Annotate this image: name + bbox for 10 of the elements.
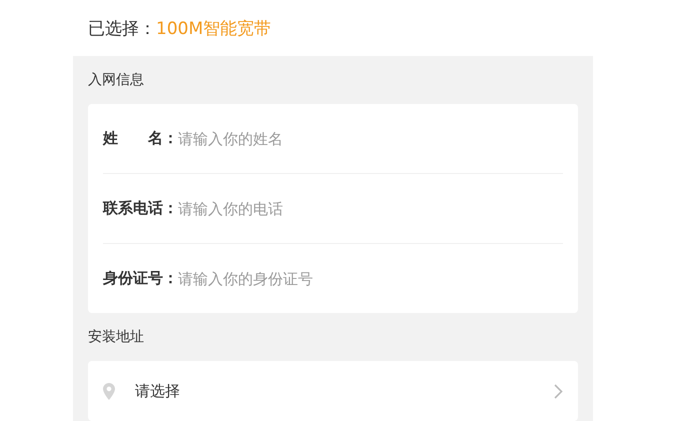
field-label: 姓 名： bbox=[103, 129, 178, 148]
selection-label: 已选择： bbox=[88, 18, 156, 40]
selected-plan: 100M智能宽带 bbox=[156, 18, 272, 40]
section-title: 安装地址 bbox=[88, 328, 145, 347]
field-label: 身份证号： bbox=[103, 269, 178, 288]
location-pin-icon bbox=[103, 382, 115, 400]
section-title: 入网信息 bbox=[88, 71, 145, 90]
address-picker[interactable]: 请选择 bbox=[103, 361, 563, 421]
field-label: 联系电话： bbox=[103, 199, 178, 218]
chevron-right-icon bbox=[554, 384, 563, 398]
